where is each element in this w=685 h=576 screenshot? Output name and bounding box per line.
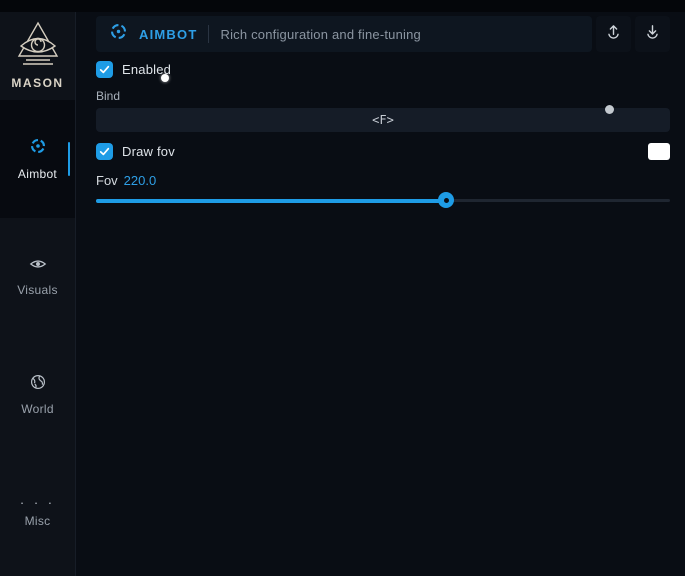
sidebar-item-visuals[interactable]: Visuals bbox=[0, 218, 75, 336]
draw-fov-label: Draw fov bbox=[122, 144, 175, 159]
fov-slider[interactable] bbox=[96, 192, 670, 208]
enabled-checkbox[interactable] bbox=[96, 61, 113, 78]
download-config-button[interactable] bbox=[635, 16, 670, 52]
globe-icon bbox=[30, 374, 46, 395]
page-subtitle: Rich configuration and fine-tuning bbox=[220, 27, 420, 42]
crosshair-icon bbox=[29, 137, 47, 160]
fov-value: 220.0 bbox=[124, 173, 157, 188]
bind-input[interactable]: <F> bbox=[96, 108, 670, 132]
main-content: AIMBOT Rich configuration and fine-tunin… bbox=[77, 12, 685, 576]
ellipsis-icon: · · · bbox=[20, 499, 55, 507]
upload-icon bbox=[605, 23, 622, 45]
header-row: AIMBOT Rich configuration and fine-tunin… bbox=[96, 16, 670, 52]
fov-label: Fov bbox=[96, 173, 118, 188]
brand: MASON bbox=[0, 20, 75, 90]
enabled-row: Enabled bbox=[96, 60, 670, 78]
eye-icon bbox=[29, 257, 47, 276]
sidebar-item-label: Misc bbox=[25, 514, 51, 528]
mason-menu-window: MASON Aimbot Visuals bbox=[0, 0, 685, 576]
fov-slider-thumb[interactable] bbox=[438, 192, 454, 208]
sidebar-item-world[interactable]: World bbox=[0, 336, 75, 454]
brand-name: MASON bbox=[11, 76, 63, 90]
cursor-dot bbox=[161, 74, 169, 82]
page-title: AIMBOT bbox=[139, 27, 197, 42]
bind-value: <F> bbox=[372, 113, 394, 127]
fov-slider-fill bbox=[96, 199, 446, 203]
crosshair-icon bbox=[109, 22, 128, 46]
bind-label: Bind bbox=[96, 89, 670, 103]
top-strip bbox=[0, 0, 685, 12]
sidebar-item-label: Visuals bbox=[17, 283, 58, 297]
fov-color-swatch[interactable] bbox=[648, 143, 670, 160]
section-header: AIMBOT Rich configuration and fine-tunin… bbox=[96, 16, 592, 52]
draw-fov-checkbox[interactable] bbox=[96, 143, 113, 160]
pointer-dot bbox=[605, 105, 614, 114]
active-indicator bbox=[68, 142, 70, 176]
sidebar: MASON Aimbot Visuals bbox=[0, 12, 76, 576]
sidebar-item-label: Aimbot bbox=[18, 167, 57, 181]
sidebar-item-aimbot[interactable]: Aimbot bbox=[0, 100, 75, 218]
upload-config-button[interactable] bbox=[596, 16, 631, 52]
draw-fov-row: Draw fov bbox=[96, 142, 670, 160]
download-icon bbox=[644, 23, 661, 45]
sidebar-item-label: World bbox=[21, 402, 54, 416]
divider bbox=[208, 25, 209, 43]
fov-label-row: Fov 220.0 bbox=[96, 173, 670, 188]
mason-logo-icon bbox=[15, 20, 61, 73]
sidebar-item-misc[interactable]: · · · Misc bbox=[0, 454, 75, 572]
